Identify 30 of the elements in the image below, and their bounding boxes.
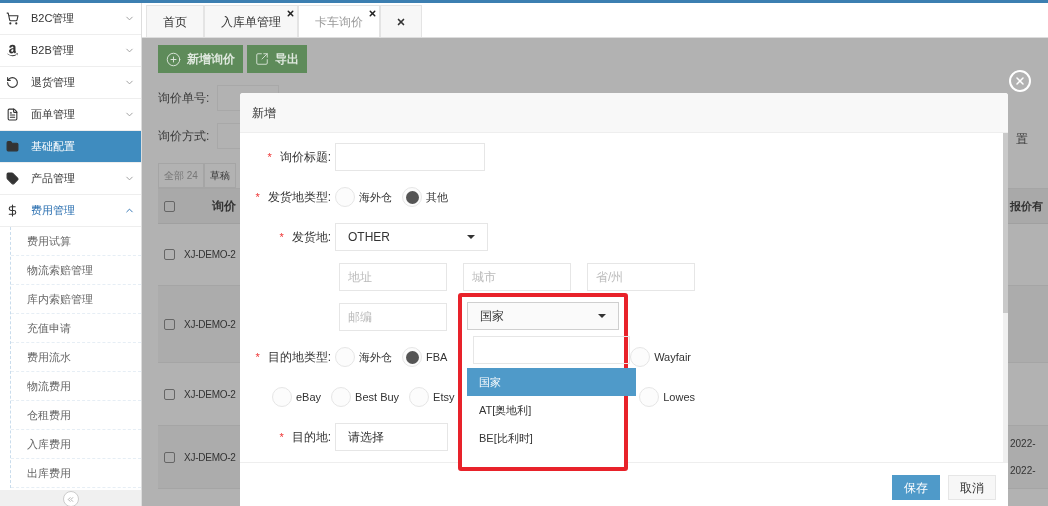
filter-label: 询价单号: (158, 90, 210, 107)
radio-label: Best Buy (355, 389, 400, 405)
table-cell-text: XJ-DEMO-2 (184, 450, 236, 465)
table-cell-text: 2022- (1010, 437, 1037, 451)
table-cell-text: XJ-DEMO-2 (184, 248, 236, 262)
required-asterisk: * (267, 149, 272, 165)
required-asterisk: * (255, 349, 260, 365)
radio-label: Wayfair (654, 349, 691, 365)
radio-label: Etsy (433, 389, 455, 405)
field-label: 发货地类型: (267, 189, 331, 206)
required-asterisk: * (279, 229, 284, 245)
field-label: 询价标题: (279, 149, 331, 166)
table-cell-text: 2022- (1010, 464, 1037, 478)
table-cell-text: XJ-DEMO-2 (184, 387, 236, 402)
radio-label: eBay (296, 389, 322, 405)
radio-label: 海外仓 (359, 189, 392, 205)
required-asterisk: * (255, 189, 260, 205)
required-asterisk: * (279, 429, 284, 445)
radio-label: 海外仓 (359, 349, 392, 365)
column-header: 报价有 (1010, 198, 1043, 214)
radio-label: FBA (426, 349, 448, 365)
dialog-title: 新增 (252, 104, 276, 122)
filter-label: 询价方式: (158, 128, 210, 145)
field-label: 目的地: (291, 429, 331, 446)
radio-label: Lowes (663, 389, 695, 405)
table-cell-text: XJ-DEMO-2 (184, 317, 236, 332)
field-label: 目的地类型: (267, 349, 331, 366)
field-label: 发货地: (291, 229, 331, 246)
column-header: 询价 (212, 198, 236, 215)
radio-label: 其他 (426, 189, 448, 205)
